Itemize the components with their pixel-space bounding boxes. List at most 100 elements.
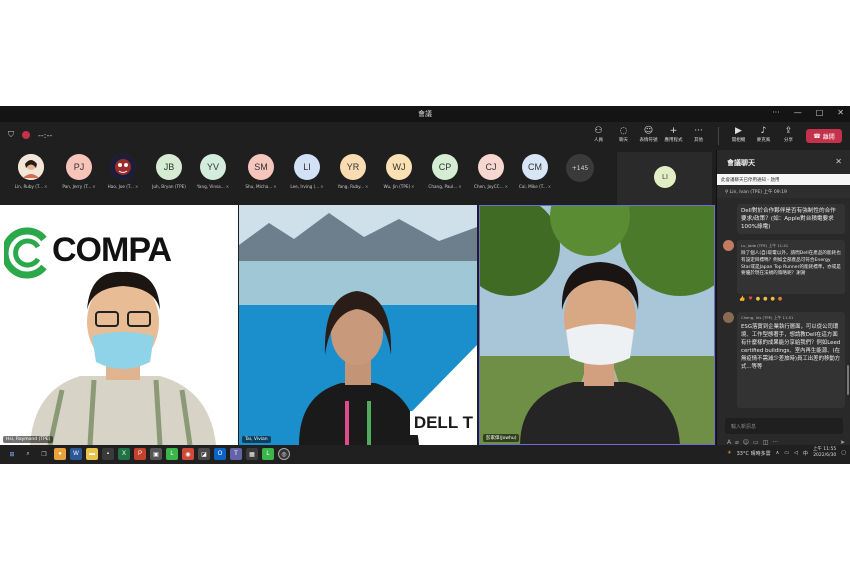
heart-icon[interactable]: ♥ <box>748 296 752 302</box>
participant-tile[interactable]: YR Yang, Ruby...✕ <box>336 154 370 189</box>
notification-banner[interactable]: 此會議聊天已停用通知 - 啟用 <box>717 174 850 185</box>
avatar <box>723 312 734 323</box>
chat-button[interactable]: ◌ 聊天 <box>612 125 635 147</box>
clock-date: 2022/6/30 <box>813 453 837 458</box>
obs-icon[interactable]: ◎ <box>278 448 290 460</box>
maximize-icon[interactable]: □ <box>816 108 824 117</box>
network-icon[interactable]: ▭ <box>784 450 789 456</box>
add-icon: + <box>669 126 678 136</box>
message-meta: Lu, Jade (TPE) 上午 11:41 <box>741 243 789 248</box>
video-tile-speaker1[interactable]: COMPA Hsi, Raymond (TPE) <box>0 205 238 445</box>
task-view-icon[interactable]: ❐ <box>38 448 50 460</box>
clock[interactable]: 上午 11:55 2022/6/30 <box>813 447 836 459</box>
video-tile-speaker2[interactable]: DELL T Tai, Vivian <box>239 205 477 445</box>
language-icon[interactable]: 中 <box>803 450 808 457</box>
minimize-icon[interactable]: — <box>794 108 802 117</box>
chrome-icon[interactable]: ● <box>54 448 66 460</box>
participant-tile[interactable]: CP Chang, Paul...✕ <box>428 154 462 189</box>
taskbar-apps: ⊞ ⌕ ❐ ● W ▬ ▪ X P ▣ L ◉ ◪ O T ▦ L ◎ <box>6 448 290 460</box>
participant-strip: Lin, Ruby (T...✕ PJ Pan, Jerry (T...✕ Ha… <box>0 150 712 198</box>
app-icon[interactable]: ▣ <box>150 448 162 460</box>
participant-name-label: 彭家偉(Jowhu) <box>483 434 520 442</box>
participant-tile[interactable]: PJ Pan, Jerry (T...✕ <box>62 154 96 189</box>
participant-tile[interactable]: CJ Chen, JoyCC...✕ <box>474 154 508 189</box>
notification-icon[interactable]: ▢ <box>841 450 846 456</box>
mic-off-icon: ♪ <box>760 126 767 136</box>
mic-muted-icon: ✕ <box>458 184 462 189</box>
mic-button[interactable]: ♪ 麥克風 <box>752 125 775 147</box>
reaction-bar[interactable]: 👍 ♥ ● ● ● ● <box>739 296 782 302</box>
mic-muted-icon: ✕ <box>320 184 324 189</box>
app-icon[interactable]: ◪ <box>198 448 210 460</box>
participant-tile[interactable]: JB Juh, Bryan (TPE) <box>152 154 186 189</box>
line-icon[interactable]: L <box>166 448 178 460</box>
more-icon: ··· <box>694 126 703 136</box>
participant-name: Pan, Jerry (T... <box>62 184 92 189</box>
close-icon[interactable]: ✕ <box>837 108 844 117</box>
meeting-toolbar: ⛉ --:-- ⚇ 人員 ◌ 聊天 ☺ 表情符號 + 應用程式 ··· 其他 ▶… <box>0 122 850 150</box>
participant-tile[interactable]: YV Yang, Vinsa...✕ <box>196 154 230 189</box>
outlook-icon[interactable]: O <box>214 448 226 460</box>
shield-icon[interactable]: ⛉ <box>8 130 14 140</box>
pinned-message[interactable]: ⚲ Lin, Ivan (TPE) 上午 09:19 <box>717 186 850 198</box>
weather-text[interactable]: 33°C 晴時多雲 <box>737 450 771 457</box>
reactions-button[interactable]: ☺ 表情符號 <box>637 125 660 147</box>
toolbar-actions: ⚇ 人員 ◌ 聊天 ☺ 表情符號 + 應用程式 ··· 其他 ▶ 開相機 ♪ 麥… <box>587 125 842 147</box>
people-button[interactable]: ⚇ 人員 <box>587 125 610 147</box>
teams-icon[interactable]: T <box>230 448 242 460</box>
share-button[interactable]: ⇪ 分享 <box>777 125 800 147</box>
folder-icon[interactable]: ▬ <box>86 448 98 460</box>
sad-icon[interactable]: ● <box>770 296 774 302</box>
apps-button[interactable]: + 應用程式 <box>662 125 685 147</box>
chat-input[interactable]: 輸入新訊息 <box>725 418 843 434</box>
app-icon[interactable]: ◉ <box>182 448 194 460</box>
avatar: YV <box>200 154 226 180</box>
tray-chevron-icon[interactable]: ∧ <box>776 450 780 456</box>
laugh-icon[interactable]: ● <box>756 296 760 302</box>
participant-tile[interactable]: SM Shu, Micha...✕ <box>244 154 278 189</box>
participant-name: Juh, Bryan (TPE) <box>152 184 186 189</box>
start-icon[interactable]: ⊞ <box>6 448 18 460</box>
powerpoint-icon[interactable]: P <box>134 448 146 460</box>
mic-muted-icon: ✕ <box>547 184 552 189</box>
background-scene-icon <box>239 205 477 445</box>
avatar-photo-icon <box>18 154 44 180</box>
terminal-icon[interactable]: ▪ <box>102 448 114 460</box>
surprised-icon[interactable]: ● <box>763 296 767 302</box>
participant-tile[interactable]: CM Cai, Mike (T...✕ <box>518 154 552 189</box>
like-icon[interactable]: 👍 <box>739 296 745 302</box>
message-body: ESG落實到企業執行層面，可以從公司環境、工作型態著手，想請教Dell在這方面有… <box>741 324 841 370</box>
angry-icon[interactable]: ● <box>778 296 782 302</box>
close-icon[interactable]: ✕ <box>835 157 842 166</box>
participant-tile[interactable]: Hao, Joe (T...✕ <box>106 154 140 189</box>
more-options-icon[interactable]: ··· <box>772 108 780 117</box>
search-icon[interactable]: ⌕ <box>22 448 34 460</box>
chat-scrollbar[interactable] <box>847 365 849 395</box>
participant-tile[interactable]: Lin, Ruby (T...✕ <box>14 154 48 189</box>
more-button[interactable]: ··· 其他 <box>687 125 710 147</box>
spotlight-tile[interactable]: LI <box>617 152 712 208</box>
window-title: 會議 <box>418 110 432 118</box>
participant-name-label: Tai, Vivian <box>242 436 271 443</box>
excel-icon[interactable]: X <box>118 448 130 460</box>
avatar: SM <box>248 154 274 180</box>
volume-icon[interactable]: ◁ <box>794 450 798 456</box>
avatar: CP <box>432 154 458 180</box>
chat-message: Dell對於合作夥伴是否有強制性的合作要求/政策？(如：Apple對台積電要求1… <box>737 204 845 234</box>
avatar: LI <box>654 166 676 188</box>
app-icon[interactable]: ▦ <box>246 448 258 460</box>
word-icon[interactable]: W <box>70 448 82 460</box>
line-icon[interactable]: L <box>262 448 274 460</box>
chat-icon: ◌ <box>619 126 628 136</box>
avatar <box>18 154 44 180</box>
chat-message: Lu, Jade (TPE) 上午 11:41 除了個人(自)取電以外，請問De… <box>737 240 845 294</box>
camera-button[interactable]: ▶ 開相機 <box>727 125 750 147</box>
participant-tile[interactable]: LI Lee, Irving (...✕ <box>290 154 324 189</box>
more-participants-button[interactable]: +145 <box>566 154 594 182</box>
avatar: PJ <box>66 154 92 180</box>
camera-icon: ▶ <box>735 126 742 136</box>
video-tile-speaker3[interactable]: 彭家偉(Jowhu) <box>479 205 715 445</box>
leave-button[interactable]: ☎ 離開 <box>806 129 842 143</box>
meeting-timer: --:-- <box>38 130 53 140</box>
participant-tile[interactable]: WJ Wu, Jin (TPE)✕ <box>382 154 416 189</box>
